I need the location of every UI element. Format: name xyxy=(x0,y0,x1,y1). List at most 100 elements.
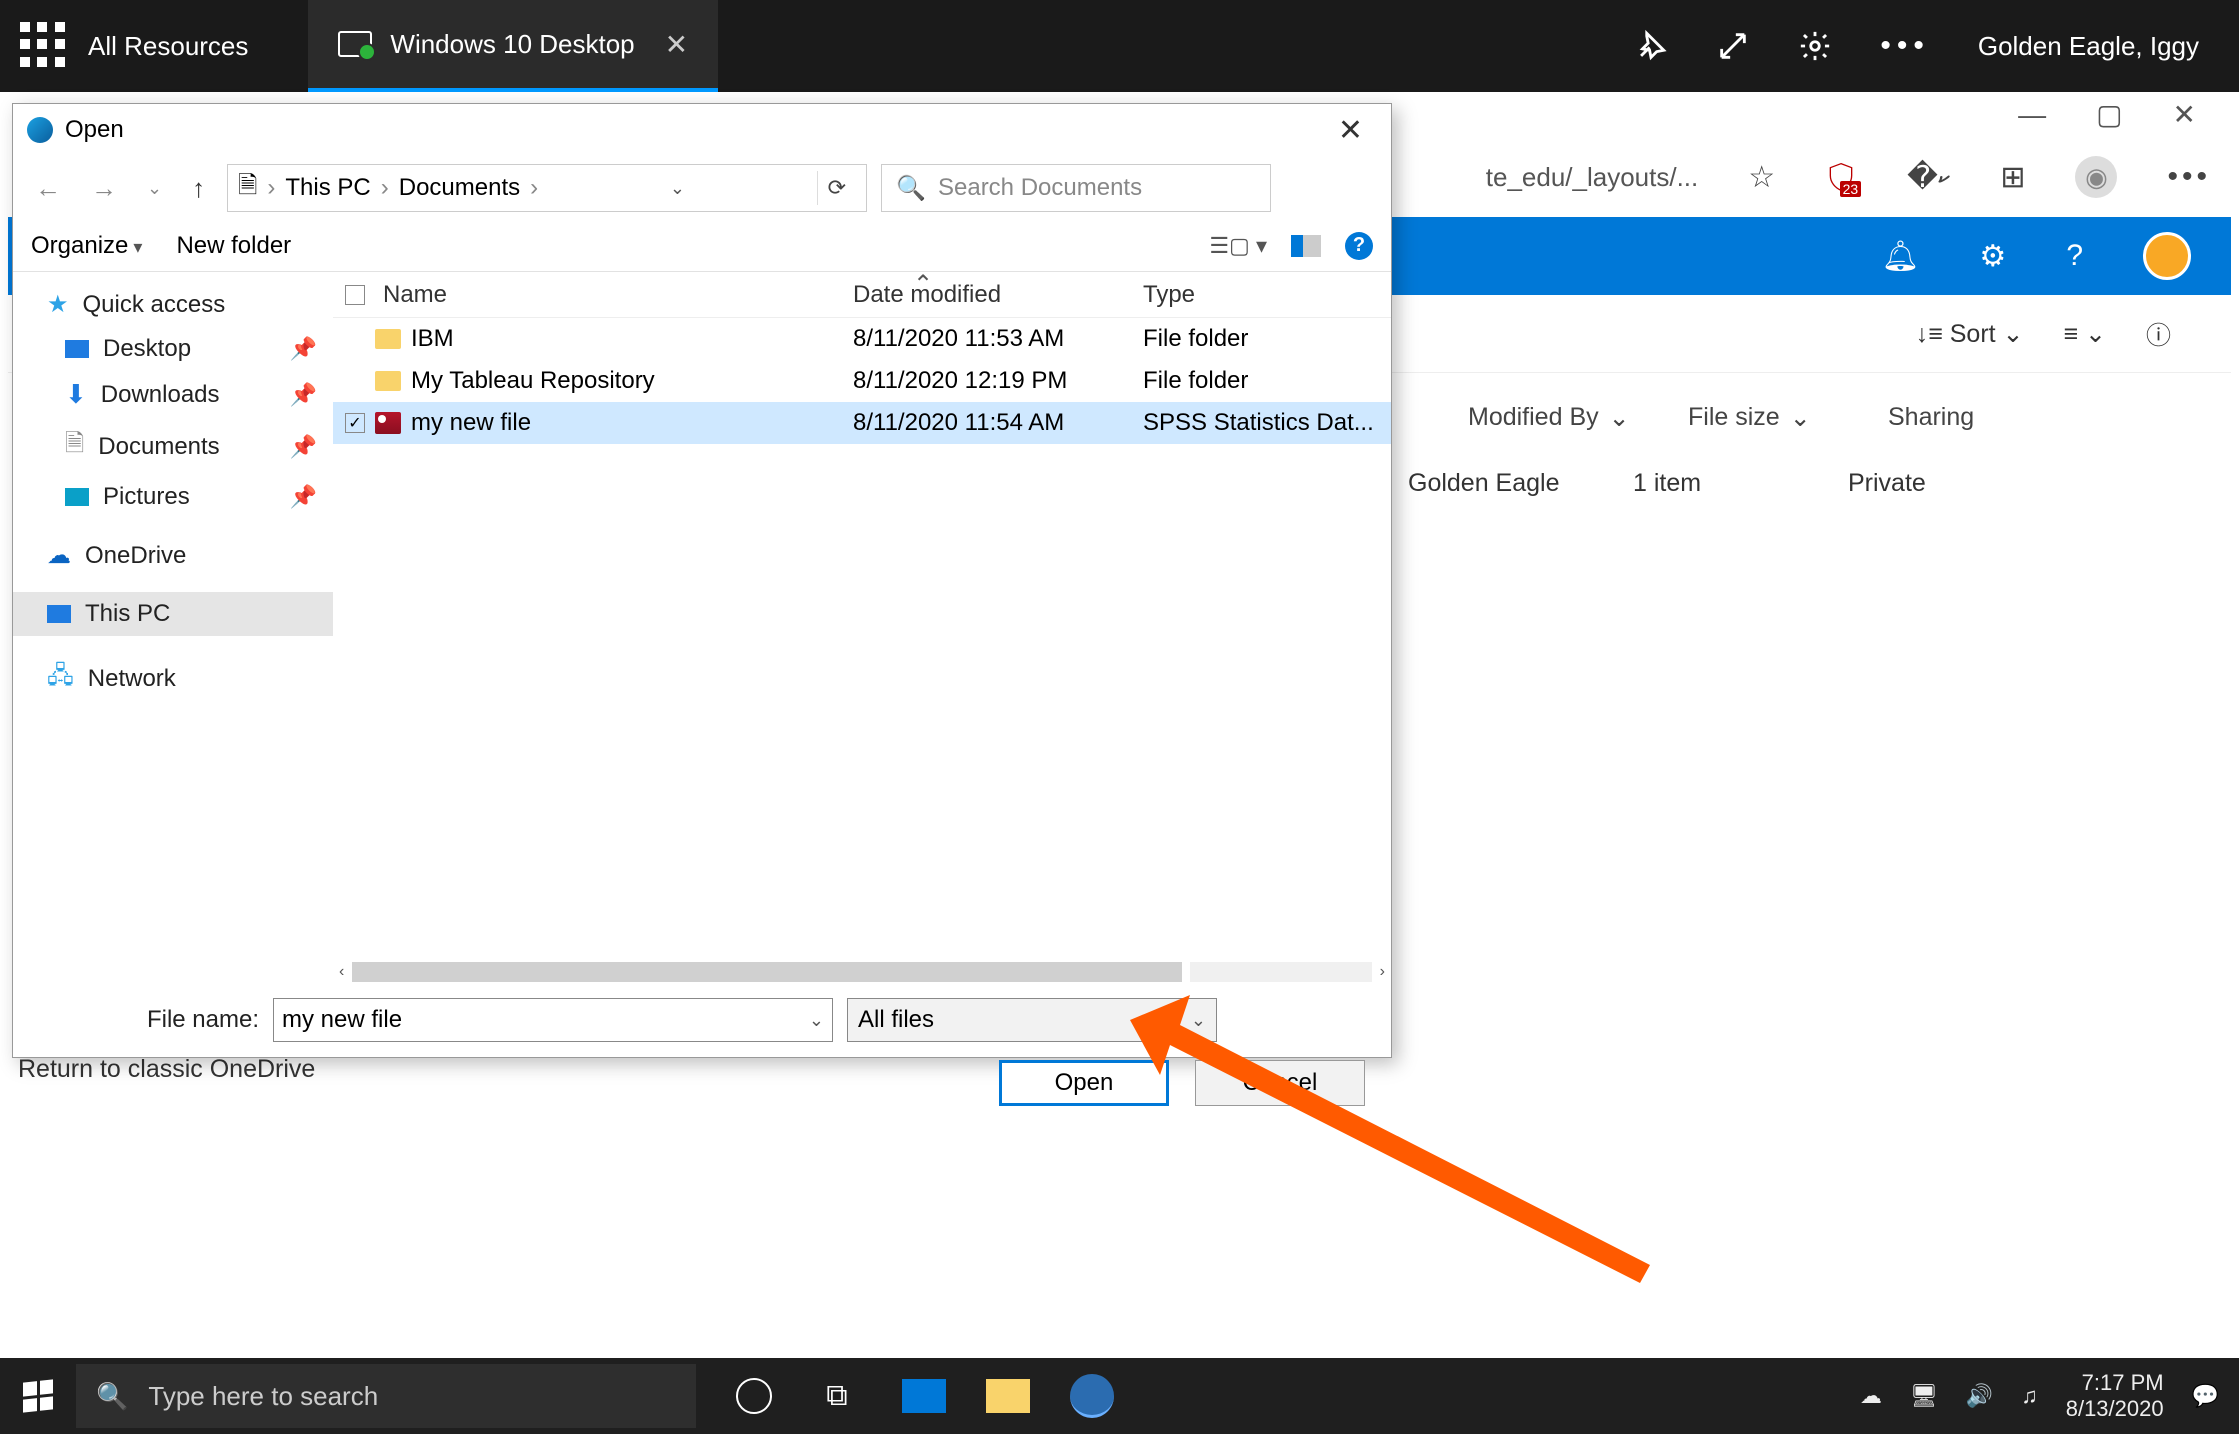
file-explorer-icon[interactable] xyxy=(986,1379,1030,1413)
col-modified-by[interactable]: Modified By ⌄ xyxy=(1468,403,1688,433)
scroll-right-icon[interactable]: › xyxy=(1380,963,1385,981)
view-options-icon[interactable]: ≡ ⌄ xyxy=(2064,319,2106,349)
vdi-user-name[interactable]: Golden Eagle, Iggy xyxy=(1978,31,2199,62)
col-date[interactable]: Date modified xyxy=(853,281,1143,309)
cortana-icon[interactable] xyxy=(736,1378,772,1414)
breadcrumb-documents[interactable]: Documents xyxy=(399,174,520,202)
spss-file-icon xyxy=(375,412,401,434)
select-all-checkbox[interactable] xyxy=(345,285,365,305)
new-folder-button[interactable]: New folder xyxy=(176,232,291,260)
favorite-star-icon[interactable]: ☆ xyxy=(1748,160,1775,195)
start-button[interactable] xyxy=(0,1381,76,1411)
tree-onedrive[interactable]: ☁OneDrive xyxy=(13,533,333,578)
more-icon[interactable]: ••• xyxy=(1880,29,1930,63)
cancel-button[interactable]: Cancel xyxy=(1195,1060,1365,1106)
preview-pane-icon[interactable] xyxy=(1291,235,1321,257)
breadcrumb[interactable]: 🗎 › This PC › Documents › ⌄ ⟳ xyxy=(227,164,867,212)
vdi-tab-desktop[interactable]: Windows 10 Desktop ✕ xyxy=(308,0,718,92)
file-name-input[interactable]: my new file⌄ xyxy=(273,998,833,1042)
file-date: 8/11/2020 11:53 AM xyxy=(853,325,1143,353)
pin-icon: 📌 xyxy=(290,336,317,362)
tracking-shield-icon[interactable]: 23 xyxy=(1825,161,1857,193)
action-center-icon[interactable]: 💬 xyxy=(2192,1383,2219,1409)
maximize-icon[interactable]: ▢ xyxy=(2096,98,2122,131)
col-file-size[interactable]: File size ⌄ xyxy=(1688,403,1888,433)
cell-modified-by: Golden Eagle xyxy=(1408,469,1633,499)
file-list-header: ⌃ Name Date modified Type xyxy=(333,272,1391,318)
file-name: my new file xyxy=(411,409,531,437)
collections-icon[interactable]: ⊞ xyxy=(2000,160,2025,195)
up-icon[interactable]: ↑ xyxy=(184,169,213,208)
network-tray-icon[interactable]: 🖥 xyxy=(1910,1383,1938,1409)
browser-more-icon[interactable]: ••• xyxy=(2167,160,2211,194)
breadcrumb-this-pc[interactable]: This PC xyxy=(285,174,370,202)
profile-avatar-icon[interactable]: ◉ xyxy=(2075,156,2117,198)
sort-button[interactable]: ↓≡ Sort ⌄ xyxy=(1916,319,2024,349)
task-view-icon[interactable]: ⧉ xyxy=(812,1371,862,1421)
tree-this-pc[interactable]: This PC xyxy=(13,592,333,636)
favorites-icon[interactable]: �ކ xyxy=(1907,160,1950,195)
network-icon: 🖧 xyxy=(47,658,74,699)
document-icon: 🗎 xyxy=(65,426,84,467)
refresh-icon[interactable]: ⟳ xyxy=(817,171,856,205)
tree-quick-access[interactable]: ★Quick access xyxy=(13,282,333,327)
user-avatar[interactable] xyxy=(2143,232,2191,280)
close-icon[interactable]: ✕ xyxy=(665,28,688,61)
horizontal-scrollbar[interactable]: ‹ › xyxy=(333,956,1391,988)
scroll-left-icon[interactable]: ‹ xyxy=(339,963,344,981)
tree-documents[interactable]: 🗎Documents📌 xyxy=(13,418,333,475)
nav-tree: ★Quick access Desktop📌 ⬇Downloads📌 🗎Docu… xyxy=(13,272,333,988)
tree-pictures[interactable]: Pictures📌 xyxy=(13,475,333,519)
gear-icon[interactable]: ⚙ xyxy=(1979,239,2006,274)
file-row[interactable]: IBM 8/11/2020 11:53 AM File folder xyxy=(333,318,1391,360)
row-checkbox[interactable]: ✓ xyxy=(345,413,365,433)
pictures-icon xyxy=(65,488,89,506)
edge-icon[interactable] xyxy=(1070,1374,1114,1418)
clock[interactable]: 7:17 PM 8/13/2020 xyxy=(2066,1370,2164,1423)
taskbar-search[interactable]: 🔍 Type here to search xyxy=(76,1364,696,1428)
close-icon[interactable]: ✕ xyxy=(1324,109,1377,152)
organize-menu[interactable]: Organize xyxy=(31,232,142,260)
file-type: File folder xyxy=(1143,367,1391,395)
pin-icon[interactable] xyxy=(1634,29,1668,63)
file-row[interactable]: ✓my new file 8/11/2020 11:54 AM SPSS Sta… xyxy=(333,402,1391,444)
file-date: 8/11/2020 12:19 PM xyxy=(853,367,1143,395)
onedrive-tray-icon[interactable]: ☁ xyxy=(1860,1383,1882,1409)
back-icon[interactable]: ← xyxy=(27,169,69,208)
dialog-nav-row: ← → ⌄ ↑ 🗎 › This PC › Documents › ⌄ ⟳ 🔍 … xyxy=(13,156,1391,220)
help-icon[interactable]: ? xyxy=(1345,232,1373,260)
file-type-select[interactable]: All files⌄ xyxy=(847,998,1217,1042)
input-tray-icon[interactable]: ♫ xyxy=(2021,1383,2038,1409)
minimize-icon[interactable]: — xyxy=(2018,99,2046,131)
bell-icon[interactable]: 🔔︎ xyxy=(1881,239,1919,274)
gear-icon[interactable] xyxy=(1798,29,1832,63)
col-type[interactable]: Type xyxy=(1143,281,1391,309)
breadcrumb-chevron-icon[interactable]: ⌄ xyxy=(670,178,685,199)
tree-downloads[interactable]: ⬇Downloads📌 xyxy=(13,371,333,418)
search-input[interactable]: 🔍 Search Documents xyxy=(881,164,1271,212)
recent-chevron-icon[interactable]: ⌄ xyxy=(139,174,170,203)
pin-icon: 📌 xyxy=(290,382,317,408)
view-mode-icon[interactable]: ☰▢ ▾ xyxy=(1209,233,1267,259)
vdi-bar: All Resources Windows 10 Desktop ✕ ••• G… xyxy=(0,0,2239,92)
close-icon[interactable]: ✕ xyxy=(2173,98,2196,131)
tree-network[interactable]: 🖧Network xyxy=(13,650,333,707)
expand-icon[interactable] xyxy=(1716,29,1750,63)
help-icon[interactable]: ? xyxy=(2066,239,2083,273)
mail-icon[interactable] xyxy=(902,1379,946,1413)
file-row[interactable]: My Tableau Repository 8/11/2020 12:19 PM… xyxy=(333,360,1391,402)
col-name[interactable]: Name xyxy=(383,281,447,309)
scroll-thumb[interactable] xyxy=(352,962,1182,982)
file-type: SPSS Statistics Dat... xyxy=(1143,409,1391,437)
open-button[interactable]: Open xyxy=(999,1060,1169,1106)
info-icon[interactable]: ⓘ xyxy=(2146,316,2171,352)
col-sharing[interactable]: Sharing xyxy=(1888,403,2014,433)
all-resources-label[interactable]: All Resources xyxy=(88,31,248,62)
apps-grid-icon[interactable] xyxy=(20,22,68,70)
system-tray: ☁ 🖥 🔊 ♫ 7:17 PM 8/13/2020 💬 xyxy=(1860,1370,2239,1423)
search-icon: 🔍 xyxy=(96,1381,128,1412)
volume-tray-icon[interactable]: 🔊 xyxy=(1966,1383,1993,1409)
file-name: My Tableau Repository xyxy=(411,367,655,395)
tree-desktop[interactable]: Desktop📌 xyxy=(13,327,333,371)
dialog-toolbar: Organize New folder ☰▢ ▾ ? xyxy=(13,220,1391,272)
